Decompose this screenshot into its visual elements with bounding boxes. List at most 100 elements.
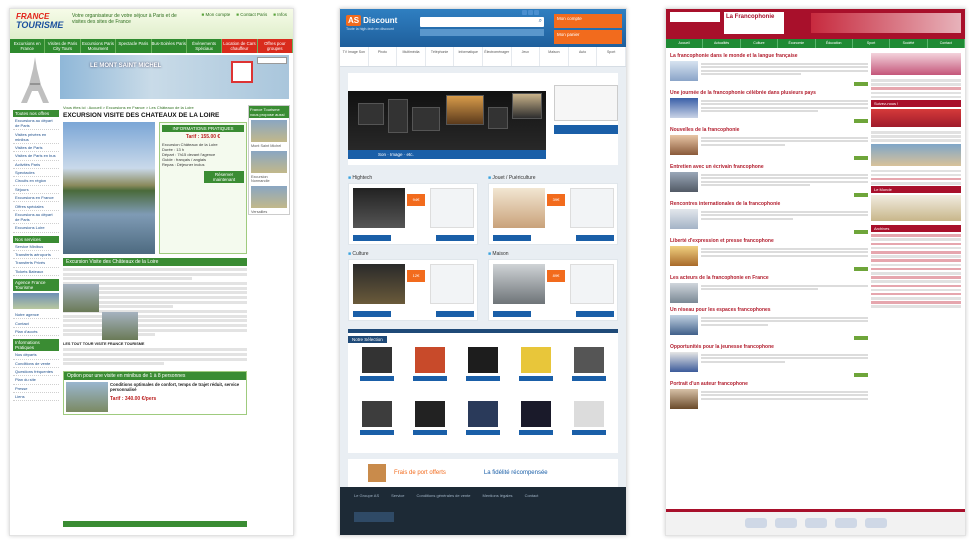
add-to-cart-button[interactable] [576,311,614,317]
product-tile[interactable] [405,345,454,395]
sidebar-item[interactable]: Excursions au départ de Paris [13,211,59,225]
sidebar-ad[interactable] [871,108,961,127]
nav-item[interactable]: Visites de Paris City Tours [45,39,81,53]
product-tile[interactable] [565,345,614,395]
sidebar-item[interactable]: Notre agence [13,311,59,320]
read-more-button[interactable] [854,193,868,197]
product-tile[interactable] [565,399,614,449]
add-to-cart-button[interactable] [359,376,394,381]
article-title[interactable]: Rencontres internationales de la francop… [670,201,868,207]
article[interactable]: Les acteurs de la francophonie en France [670,275,868,303]
related-image[interactable] [251,185,287,208]
sidebar-item[interactable]: Conditions de vente [13,360,59,368]
category-heading[interactable]: Hightech [348,175,478,181]
search-input[interactable]: ⌕ [420,17,544,27]
article[interactable]: Liberté d'expression et presse francopho… [670,238,868,271]
free-shipping-label[interactable]: Frais de port offerts [394,470,446,476]
add-to-cart-button[interactable] [353,311,391,317]
category-item[interactable]: Informatique [454,47,483,66]
read-more-button[interactable] [854,82,868,86]
article-title[interactable]: La francophonie dans le monde et la lang… [670,53,868,59]
read-more-button[interactable] [854,156,868,160]
google-icon[interactable] [534,10,539,15]
sidebar-ad[interactable] [871,143,961,166]
sidebar-heading[interactable]: Archives [871,225,961,233]
related-image[interactable] [251,150,287,173]
nav-item[interactable]: Éducation [816,39,853,48]
side-promo-button[interactable] [554,125,618,134]
header-ad[interactable] [811,13,961,33]
article-title[interactable]: Un réseau pour les espaces francophones [670,307,868,313]
article[interactable]: Une journée de la francophonie célébrée … [670,90,868,123]
site-logo[interactable]: La Francophonie [724,12,784,34]
related-item[interactable]: Versailles [249,210,289,215]
category-item[interactable]: Maison [540,47,569,66]
product-tile[interactable] [405,399,454,449]
search-icon[interactable]: ⌕ [539,18,542,25]
product-tile[interactable] [458,345,507,395]
product-tile[interactable] [458,399,507,449]
sidebar-item[interactable]: Visites de Paris [13,144,59,153]
footer-link[interactable]: Le Groupe AS [354,493,379,498]
article-title[interactable]: Les acteurs de la francophonie en France [670,275,868,281]
sidebar-item[interactable]: Presse [13,385,59,393]
sidebar-item[interactable]: Excursions Loire [13,224,59,233]
article[interactable]: La francophonie dans le monde et la lang… [670,53,868,86]
partner-logo[interactable] [834,518,857,528]
sidebar-item[interactable]: Transferts Privés [13,259,59,268]
sidebar-item[interactable]: Spectacles [13,169,59,178]
partner-logo[interactable] [744,518,767,528]
product-card[interactable]: 89€ [488,259,618,321]
book-button[interactable]: Réserver maintenant [204,171,244,183]
account-button[interactable]: Mon compte [554,14,622,28]
add-to-cart-button[interactable] [412,376,447,381]
sidebar-item[interactable]: Liens [13,393,59,402]
minibus-offer[interactable]: Option pour une visite en minibus de 1 à… [63,371,247,416]
nav-item[interactable]: Culture [741,39,779,48]
nav-item[interactable]: Économie [778,39,816,48]
add-to-cart-button[interactable] [359,430,394,435]
top-link[interactable]: Infos [273,12,287,17]
nav-item[interactable]: Évènements Spéciaux [187,39,223,53]
footer-link[interactable]: Conditions générales de vente [416,493,470,498]
footer-link[interactable]: Mentions légales [483,493,513,498]
nav-item[interactable]: Société [890,39,928,48]
product-tile[interactable] [512,399,561,449]
add-to-cart-button[interactable] [519,376,554,381]
article[interactable]: Opportunités pour la jeunesse francophon… [670,344,868,377]
site-logo[interactable]: FRANCE TOURISME [16,12,63,36]
add-to-cart-button[interactable] [572,376,607,381]
read-more-button[interactable] [854,267,868,271]
footer-link[interactable]: Contact [525,493,539,498]
related-image[interactable] [251,120,287,142]
product-card[interactable]: 94€ [348,183,478,245]
category-item[interactable]: Téléphonie [426,47,455,66]
article-title[interactable]: Une journée de la francophonie célébrée … [670,90,868,96]
sidebar-heading[interactable]: Le Monde [871,186,961,194]
nav-item[interactable]: Bus-Soirées Paris [152,39,187,53]
nav-item[interactable]: Location de Cars chauffeur [222,39,258,53]
product-card[interactable]: 12€ [348,259,478,321]
sidebar-item[interactable]: Questions fréquentes [13,368,59,377]
related-item[interactable]: Excursion Normandie [249,175,289,184]
top-link[interactable]: Contact Paris [236,12,267,17]
breadcrumb[interactable]: Vous êtes ici : Accueil > Excursions en … [63,105,247,110]
category-heading[interactable]: Jouet / Puériculture [488,175,618,181]
sidebar-item[interactable]: Visites privées en minibus [13,130,59,144]
related-item[interactable]: Mont Saint Michel [249,144,289,149]
nav-item[interactable]: Excursions en France [10,39,46,53]
nav-item[interactable]: Actualités [703,39,741,48]
read-more-button[interactable] [854,119,868,123]
site-logo[interactable]: AS Discount Toute la high-tech en discoun… [346,15,397,31]
sidebar-ad[interactable] [871,53,961,75]
sidebar-item[interactable]: Plan du site [13,376,59,385]
add-to-cart-button[interactable] [576,235,614,241]
product-tile[interactable] [512,345,561,395]
top-link[interactable]: Mon compte [202,12,231,17]
article[interactable]: Rencontres internationales de la francop… [670,201,868,234]
nav-item[interactable]: Spectacle Paris [116,39,152,53]
category-item[interactable]: Multimédia [397,47,426,66]
article-title[interactable]: Entretien avec un écrivain francophone [670,164,868,170]
category-item[interactable]: Électroménager [483,47,512,66]
facebook-icon[interactable] [522,10,527,15]
